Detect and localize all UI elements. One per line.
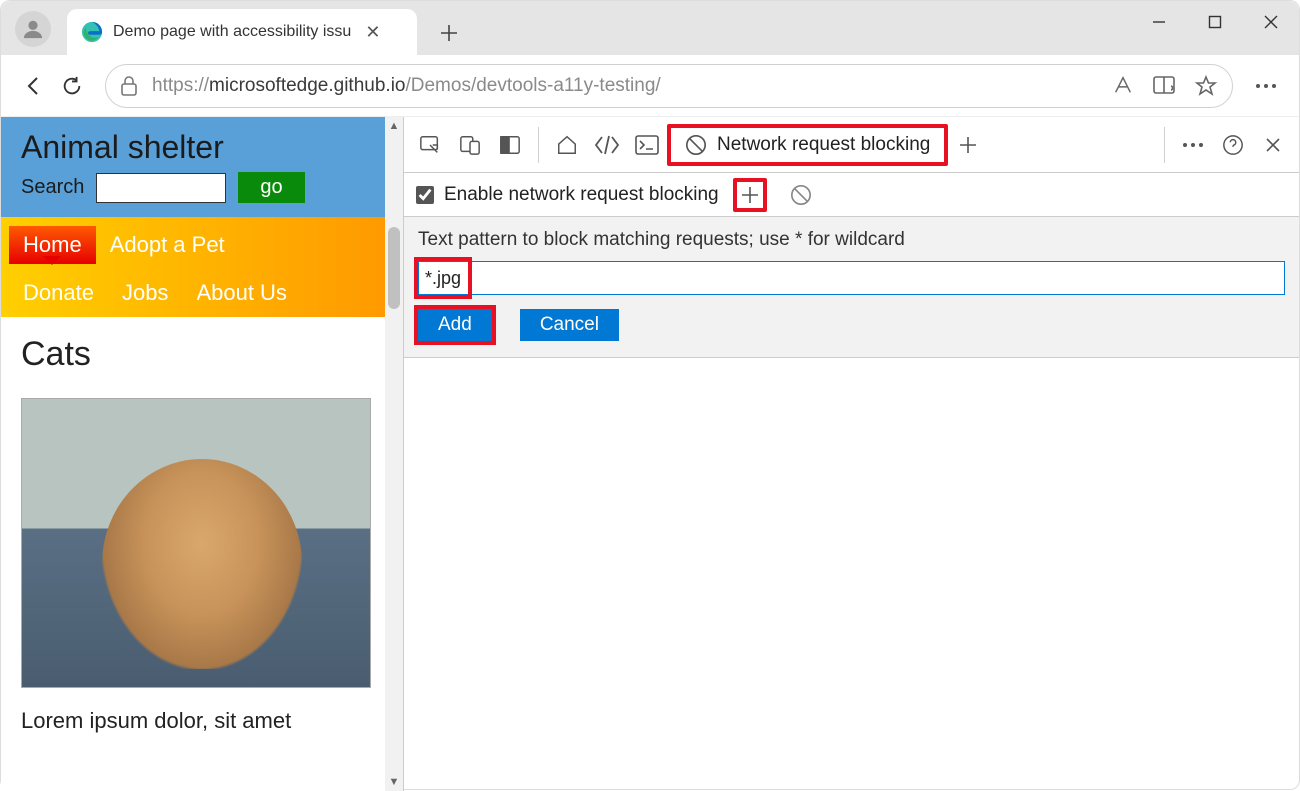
- nav-home[interactable]: Home: [9, 226, 96, 264]
- search-input[interactable]: [96, 173, 226, 203]
- read-aloud-icon[interactable]: [1112, 74, 1134, 98]
- cancel-button[interactable]: Cancel: [520, 309, 619, 341]
- search-label: Search: [21, 176, 84, 199]
- lock-icon[interactable]: [120, 76, 138, 96]
- device-toggle-icon[interactable]: [450, 125, 490, 165]
- minimize-button[interactable]: [1131, 1, 1187, 43]
- remove-all-icon[interactable]: [781, 175, 821, 215]
- nav-jobs[interactable]: Jobs: [108, 274, 182, 312]
- devtools-more-icon[interactable]: [1173, 125, 1213, 165]
- favorite-icon[interactable]: [1194, 74, 1218, 98]
- page-viewport: Animal shelter Search go Home Adopt a Pe…: [1, 117, 403, 791]
- tab-close-icon[interactable]: ✕: [365, 22, 380, 43]
- browser-menu-button[interactable]: [1247, 67, 1285, 105]
- add-pattern-form: Text pattern to block matching requests;…: [404, 217, 1299, 358]
- network-request-blocking-tab[interactable]: Network request blocking: [667, 124, 948, 166]
- reader-icon[interactable]: [1152, 74, 1176, 98]
- nav-donate[interactable]: Donate: [9, 274, 108, 312]
- devtools-close-icon[interactable]: [1253, 125, 1293, 165]
- scrollbar[interactable]: ▲ ▼: [385, 117, 403, 791]
- url-text: https://microsoftedge.github.io/Demos/de…: [152, 75, 1112, 97]
- tab-title: Demo page with accessibility issu: [113, 23, 351, 41]
- page-header: Animal shelter Search go: [1, 117, 385, 217]
- add-pattern-icon[interactable]: [733, 178, 767, 212]
- pattern-hint: Text pattern to block matching requests;…: [418, 229, 1285, 251]
- scroll-thumb[interactable]: [388, 227, 400, 309]
- enable-blocking-input[interactable]: [416, 186, 434, 204]
- pattern-input[interactable]: [418, 261, 1285, 295]
- page-heading: Cats: [21, 335, 365, 374]
- welcome-tab-icon[interactable]: [547, 125, 587, 165]
- block-icon: [685, 134, 707, 156]
- edge-favicon: [81, 21, 103, 43]
- elements-tab-icon[interactable]: [587, 125, 627, 165]
- main-nav: Home Adopt a Pet Donate Jobs About Us: [1, 217, 385, 317]
- maximize-button[interactable]: [1187, 1, 1243, 43]
- profile-avatar[interactable]: [15, 11, 51, 47]
- enable-blocking-checkbox[interactable]: Enable network request blocking: [416, 184, 719, 206]
- close-window-button[interactable]: [1243, 1, 1299, 43]
- window-titlebar: Demo page with accessibility issu ✕: [1, 1, 1299, 55]
- site-title: Animal shelter: [21, 129, 365, 166]
- dock-icon[interactable]: [490, 125, 530, 165]
- more-tabs-button[interactable]: [948, 125, 988, 165]
- cat-image: [21, 398, 371, 688]
- go-button[interactable]: go: [238, 172, 304, 203]
- active-tab-label: Network request blocking: [717, 134, 930, 156]
- devtools-tabbar: Network request blocking: [404, 117, 1299, 173]
- back-button[interactable]: [15, 67, 53, 105]
- browser-toolbar: https://microsoftedge.github.io/Demos/de…: [1, 55, 1299, 117]
- address-bar[interactable]: https://microsoftedge.github.io/Demos/de…: [105, 64, 1233, 108]
- devtools-panel: Network request blocking Enable network …: [403, 117, 1299, 791]
- blocking-toolbar: Enable network request blocking: [404, 173, 1299, 217]
- nav-adopt[interactable]: Adopt a Pet: [96, 226, 239, 264]
- window-controls: [1131, 1, 1299, 43]
- inspect-icon[interactable]: [410, 125, 450, 165]
- refresh-button[interactable]: [53, 67, 91, 105]
- scroll-up-icon[interactable]: ▲: [385, 117, 403, 135]
- lorem-text: Lorem ipsum dolor, sit amet: [21, 708, 365, 734]
- scroll-down-icon[interactable]: ▼: [385, 773, 403, 791]
- nav-about[interactable]: About Us: [182, 274, 301, 312]
- console-tab-icon[interactable]: [627, 125, 667, 165]
- add-button[interactable]: Add: [418, 309, 492, 341]
- new-tab-button[interactable]: [429, 13, 469, 53]
- browser-tab[interactable]: Demo page with accessibility issu ✕: [67, 9, 417, 55]
- help-icon[interactable]: [1213, 125, 1253, 165]
